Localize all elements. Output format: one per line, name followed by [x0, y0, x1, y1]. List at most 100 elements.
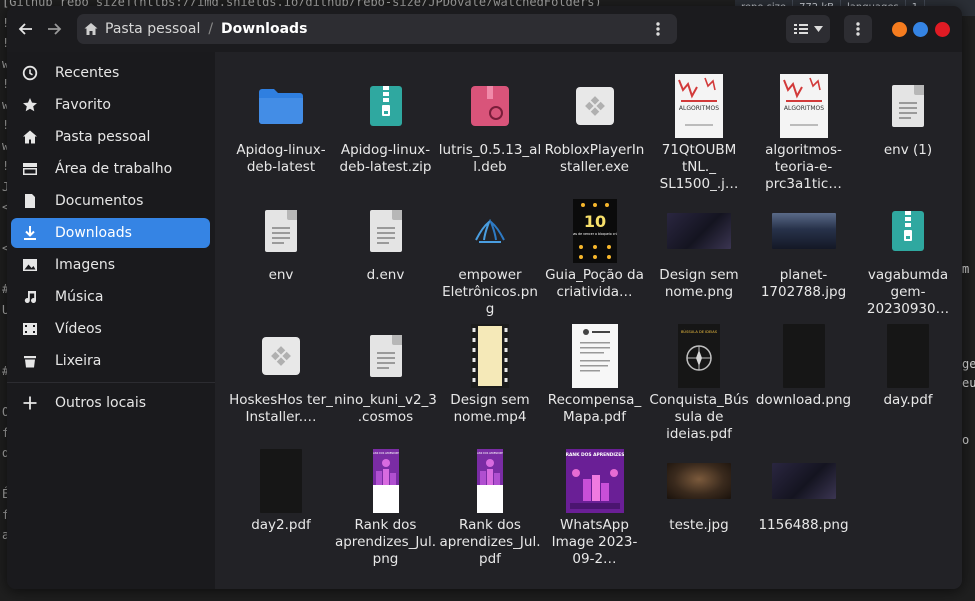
file-item[interactable]: planet-1702788.jpg [752, 199, 856, 301]
file-item[interactable]: Apidog-linux-deb-latest.zip [334, 74, 438, 176]
sidebar-item-label: Lixeira [55, 353, 102, 369]
sidebar-item-label: Downloads [55, 225, 132, 241]
file-item[interactable]: 10Formas de vencer o bloqueio criativo Gu… [543, 199, 647, 301]
sidebar-item-downloads[interactable]: Downloads [11, 218, 210, 248]
breadcrumb-separator: / [208, 21, 214, 37]
svg-text:Formas de vencer o bloqueio cr: Formas de vencer o bloqueio criativo [573, 232, 617, 236]
rank-thumbnail: RANK DOS APRENDIZES [477, 449, 503, 513]
clock-icon [21, 64, 39, 82]
file-item[interactable]: HoskesHos ter_ Installer.… [229, 324, 333, 426]
file-name: day2.pdf [251, 517, 311, 533]
sidebar-item-imagens[interactable]: Imagens [11, 250, 210, 280]
document-icon [21, 192, 39, 210]
file-item[interactable]: nino_kuni_v2_3.cosmos [334, 324, 438, 426]
file-name: Rank dos aprendizes_Jul.pdf [439, 517, 541, 567]
file-thumbnail [229, 74, 333, 138]
path-menu-button[interactable] [647, 18, 669, 40]
svg-text:BÚSSULA DE IDEIAS: BÚSSULA DE IDEIAS [681, 329, 718, 334]
plus-icon [21, 394, 39, 412]
file-thumbnail [438, 199, 542, 263]
forward-button[interactable] [40, 15, 68, 43]
file-item[interactable]: BÚSSULA DE IDEIAS Conquista_Bússula de id… [647, 324, 751, 443]
breadcrumb-current[interactable]: Downloads [215, 21, 313, 37]
sidebar-item-recentes[interactable]: Recentes [11, 58, 210, 88]
file-item[interactable]: Apidog-linux-deb-latest [229, 74, 333, 176]
file-item[interactable]: ALGORITMOS algoritmos-teoria-e-prc3a1tic… [752, 74, 856, 193]
file-item[interactable]: Design sem nome.mp4 [438, 324, 542, 426]
file-thumbnail [543, 74, 647, 138]
file-thumbnail [229, 449, 333, 513]
file-thumbnail [334, 324, 438, 388]
svg-text:ALGORITMOS: ALGORITMOS [783, 105, 823, 112]
sidebar-item-label: Recentes [55, 65, 120, 81]
file-item[interactable]: teste.jpg [647, 449, 751, 534]
archive-icon [892, 211, 924, 251]
file-item[interactable]: Design sem nome.png [647, 199, 751, 301]
text-file-icon [369, 335, 402, 377]
debian-package-icon [471, 86, 509, 126]
close-button[interactable] [935, 22, 950, 37]
file-item[interactable]: day2.pdf [229, 449, 333, 534]
file-name: vagabumda gem-20230930… [866, 267, 950, 317]
sidebar-item-label: Vídeos [55, 321, 102, 337]
rank-thumbnail: RANK DOS APRENDIZES [565, 449, 624, 513]
file-name: d.env [366, 267, 405, 283]
svg-text:RANK DOS APRENDIZES: RANK DOS APRENDIZES [373, 452, 399, 455]
file-item[interactable]: empower Eletrônicos.png [438, 199, 542, 318]
file-item[interactable]: RANK DOS APRENDIZES Rank dos aprendizes_J… [438, 449, 542, 568]
sidebar-item-m-sica[interactable]: Música [11, 282, 210, 312]
sidebar-item-documentos[interactable]: Documentos [11, 186, 210, 216]
back-button[interactable] [12, 15, 40, 43]
file-item[interactable]: env [229, 199, 333, 284]
archive-icon [369, 86, 402, 126]
background-fragment: eu [962, 376, 975, 390]
file-item[interactable]: download.png [752, 324, 856, 409]
poster-thumbnail: 10Formas de vencer o bloqueio criativo [572, 199, 617, 263]
file-thumbnail [856, 199, 960, 263]
view-options-button[interactable] [786, 15, 830, 43]
sidebar-item-lixeira[interactable]: Lixeira [11, 346, 210, 376]
main-menu-button[interactable] [844, 15, 872, 43]
sidebar-item-label: Imagens [55, 257, 116, 273]
file-item[interactable]: 1156488.png [752, 449, 856, 534]
file-item[interactable]: Recompensa_Mapa.pdf [543, 324, 647, 426]
file-thumbnail [229, 199, 333, 263]
svg-text:RANK DOS APRENDIZES: RANK DOS APRENDIZES [566, 452, 624, 458]
minimize-button[interactable] [892, 22, 907, 37]
file-item[interactable]: env (1) [856, 74, 960, 159]
file-name: RobloxPlayerInstaller.exe [544, 142, 645, 175]
file-item[interactable]: vagabumda gem-20230930… [856, 199, 960, 318]
file-item[interactable]: d.env [334, 199, 438, 284]
file-thumbnail: RANK DOS APRENDIZES [334, 449, 438, 513]
file-name: teste.jpg [669, 517, 729, 533]
sidebar-item-other-locations[interactable]: Outros locais [11, 388, 210, 418]
file-item[interactable]: RANK DOS APRENDIZES WhatsApp Image 2023-0… [543, 449, 647, 568]
sidebar: Recentes Favorito Pasta pessoal Área de tra… [7, 52, 215, 589]
sidebar-item-pasta-pessoal[interactable]: Pasta pessoal [11, 122, 210, 152]
breadcrumb-current-label: Downloads [221, 21, 308, 37]
file-name: env (1) [883, 142, 933, 158]
file-thumbnail: BÚSSULA DE IDEIAS [647, 324, 751, 388]
file-thumbnail [334, 199, 438, 263]
sidebar-item-favorito[interactable]: Favorito [11, 90, 210, 120]
file-thumbnail [438, 74, 542, 138]
file-manager-window: Pasta pessoal / Downloads Recentes Favori… [7, 6, 962, 589]
file-item[interactable]: RobloxPlayerInstaller.exe [543, 74, 647, 176]
file-item[interactable]: lutris_0.5.13_all.deb [438, 74, 542, 176]
file-item[interactable]: ALGORITMOS 71QtOUBM tNL._ SL1500_.j… [647, 74, 751, 193]
maximize-button[interactable] [913, 22, 928, 37]
breadcrumb-home[interactable]: Pasta pessoal [77, 21, 206, 37]
path-bar[interactable]: Pasta pessoal / Downloads [77, 14, 677, 44]
file-item[interactable]: RANK DOS APRENDIZES Rank dos aprendizes_J… [334, 449, 438, 568]
sidebar-item--rea-de-trabalho[interactable]: Área de trabalho [11, 154, 210, 184]
file-thumbnail: RANK DOS APRENDIZES [543, 449, 647, 513]
menu-dots-icon [856, 22, 860, 36]
trash-icon [21, 352, 39, 370]
file-thumbnail [543, 324, 647, 388]
star-icon [21, 96, 39, 114]
file-item[interactable]: day.pdf [856, 324, 960, 409]
file-thumbnail [647, 449, 751, 513]
arrow-right-icon [48, 23, 62, 35]
file-name: empower Eletrônicos.png [442, 267, 538, 317]
sidebar-item-v-deos[interactable]: Vídeos [11, 314, 210, 344]
